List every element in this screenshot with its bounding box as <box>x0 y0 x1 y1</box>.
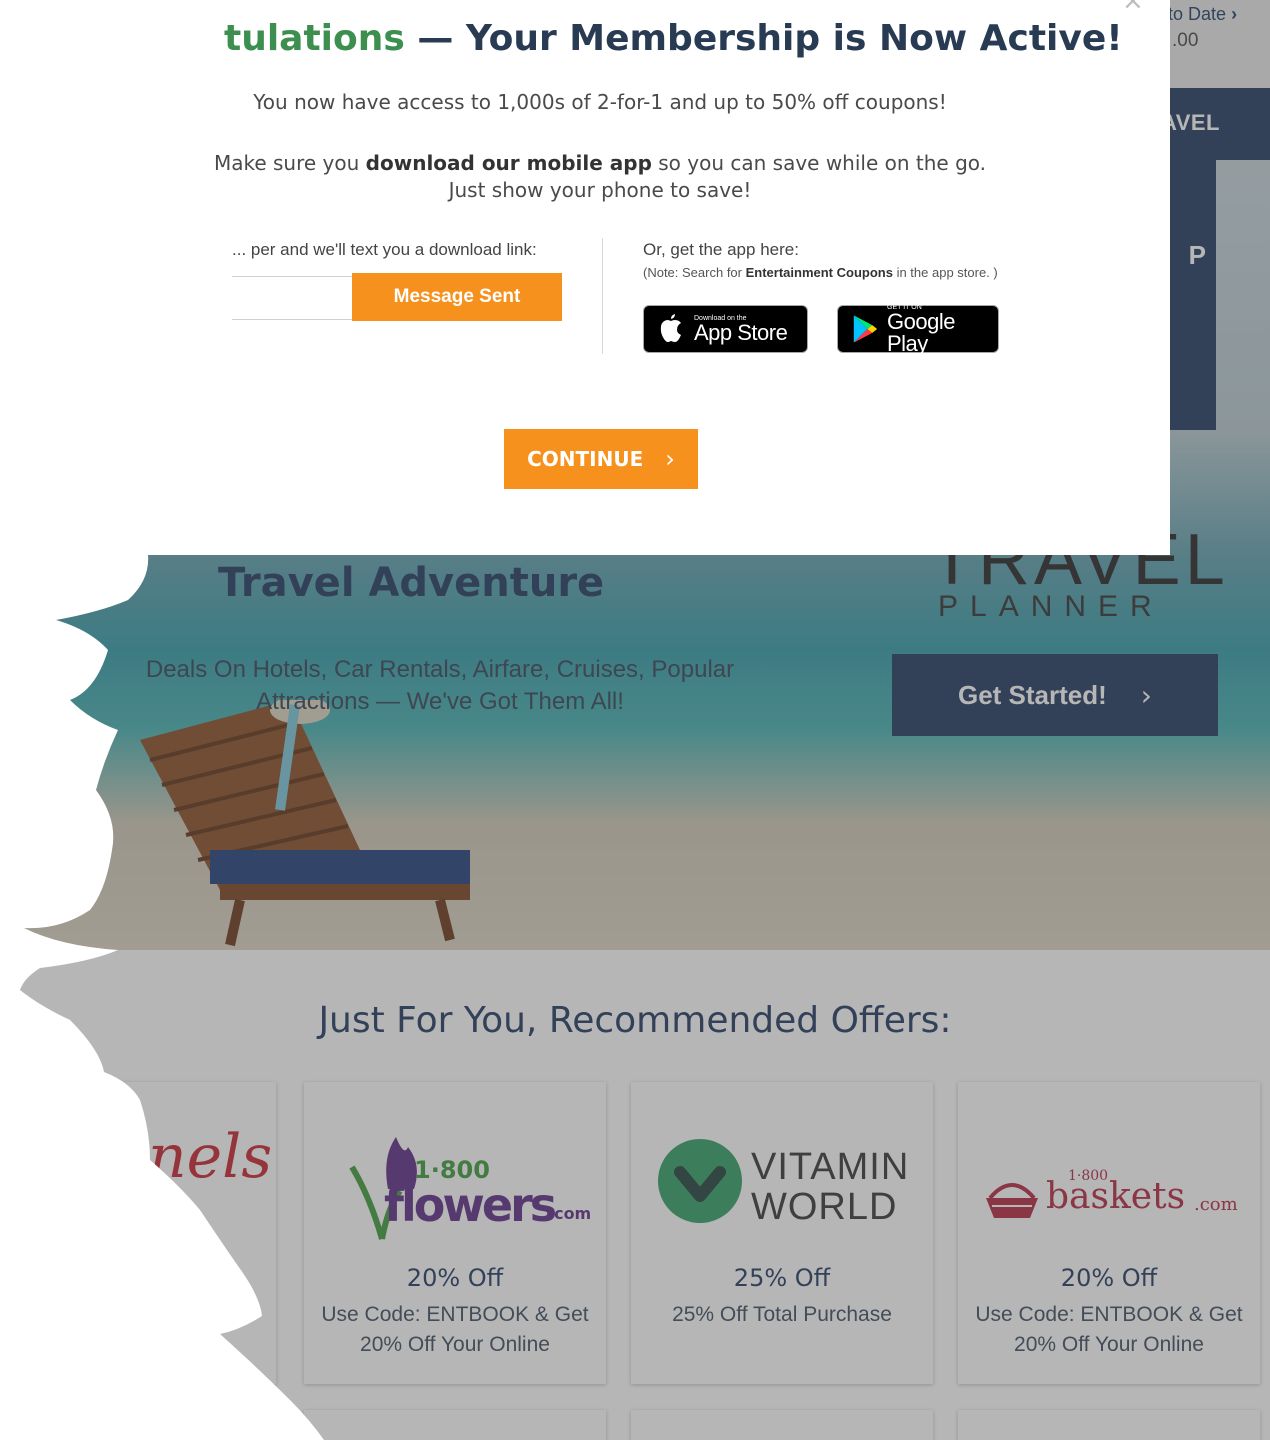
logo-baskets: baskets <box>1046 1176 1186 1217</box>
vitamin-check-icon <box>658 1139 742 1223</box>
planner-logo-planner: PLANNER <box>938 590 1164 623</box>
sms-label: ... per and we'll text you a download li… <box>232 240 537 259</box>
offer-card-partial[interactable]: nels egular <box>0 1082 276 1384</box>
google-play-button[interactable]: GET IT ON Google Play <box>837 304 999 355</box>
note-pre: (Note: Search for <box>643 265 746 280</box>
google-play-text: GET IT ON Google Play <box>887 304 998 355</box>
app-line-2: Just show your phone to save! <box>448 178 752 202</box>
brand-logo-1800flowers: 1·800 flowers .com <box>304 1112 606 1262</box>
brand-logo-1800baskets: 1·800 baskets .com <box>958 1112 1260 1262</box>
offer-headline: 20% Off <box>1060 1264 1158 1292</box>
modal-title: tulations — Your Membership is Now Activ… <box>224 18 1123 59</box>
close-icon[interactable]: × <box>1122 0 1144 16</box>
offer-card-vitaminworld[interactable]: VITAMIN WORLD 25% Off 25% Off Total Purc… <box>631 1082 933 1384</box>
offer-headline: 20% Off <box>406 1264 504 1292</box>
apple-icon <box>660 314 681 342</box>
ribbon-letter: P <box>1188 240 1206 270</box>
app-store-big: App Store <box>694 319 788 345</box>
message-sent-button[interactable]: Message Sent <box>352 273 562 321</box>
savings-value: .00 <box>1172 30 1199 51</box>
app-store-text: Download on the App Store <box>694 315 788 345</box>
chevron-right-icon: › <box>665 445 675 473</box>
membership-modal: × tulations — Your Membership is Now Act… <box>0 0 1170 555</box>
app-store-button[interactable]: Download on the App Store <box>643 305 808 353</box>
app-line-post: so you can save while on the go. <box>651 151 987 175</box>
modal-subtitle: You now have access to 1,000s of 2-for-1… <box>253 90 947 114</box>
offer-card-row2[interactable] <box>304 1410 606 1440</box>
app-line-bold: download our mobile app <box>365 151 652 175</box>
partial-card-detail: egular <box>160 1294 219 1317</box>
offer-detail: 25% Off Total Purchase <box>672 1303 892 1326</box>
modal-divider <box>602 238 603 354</box>
savings-to-date-link[interactable]: to Date › <box>1168 4 1237 25</box>
offer-detail: Use Code: ENTBOOK & Get 20% Off Your Onl… <box>975 1303 1243 1356</box>
logo-vitamin: VITAMIN <box>751 1146 910 1188</box>
offer-headline: 25% Off <box>733 1264 831 1292</box>
google-play-icon <box>853 315 878 343</box>
continue-label: CONTINUE <box>527 447 644 471</box>
note-bold: Entertainment Coupons <box>745 265 893 280</box>
get-started-label: Get Started! <box>957 679 1107 710</box>
logo-world: WORLD <box>751 1186 898 1228</box>
app-line-pre: Make sure you <box>213 151 366 175</box>
app-store-note: (Note: Search for Entertainment Coupons … <box>643 265 998 280</box>
offer-detail: Use Code: ENTBOOK & Get 20% Off Your Onl… <box>321 1303 589 1356</box>
modal-app-message: Make sure you download our mobile app so… <box>0 150 1200 204</box>
offer-card-row2[interactable] <box>958 1410 1260 1440</box>
beach-chair-image <box>140 700 470 947</box>
google-play-big: Google Play <box>887 308 955 356</box>
hero-description: Deals On Hotels, Car Rentals, Airfare, C… <box>145 656 735 715</box>
offer-card-1800flowers[interactable]: 1·800 flowers .com 20% Off Use Code: ENT… <box>304 1082 606 1384</box>
offer-card-1800baskets[interactable]: 1·800 baskets .com 20% Off Use Code: ENT… <box>958 1082 1260 1384</box>
phone-number-input[interactable] <box>232 276 356 320</box>
hero-title: Travel Adventure <box>218 560 605 606</box>
logo-flowers: flowers <box>384 1178 557 1232</box>
get-started-button[interactable]: Get Started! › <box>892 654 1218 736</box>
logo-dotcom: .com <box>548 1204 592 1223</box>
note-post: in the app store. ) <box>892 265 998 280</box>
modal-title-rest: — Your Membership is Now Active! <box>404 18 1123 59</box>
basket-icon <box>986 1183 1038 1218</box>
offer-card-row2[interactable] <box>631 1410 933 1440</box>
brand-logo-vitaminworld: VITAMIN WORLD <box>631 1112 933 1262</box>
offers-section-title: Just For You, Recommended Offers: <box>318 1000 952 1041</box>
get-app-label: Or, get the app here: <box>643 240 799 259</box>
logo-dotcom: .com <box>1194 1194 1238 1215</box>
chevron-right-icon: › <box>1140 678 1152 712</box>
partial-card-logo: nels <box>148 1122 273 1192</box>
continue-button[interactable]: CONTINUE › <box>504 429 698 489</box>
modal-title-green: tulations <box>224 18 405 59</box>
